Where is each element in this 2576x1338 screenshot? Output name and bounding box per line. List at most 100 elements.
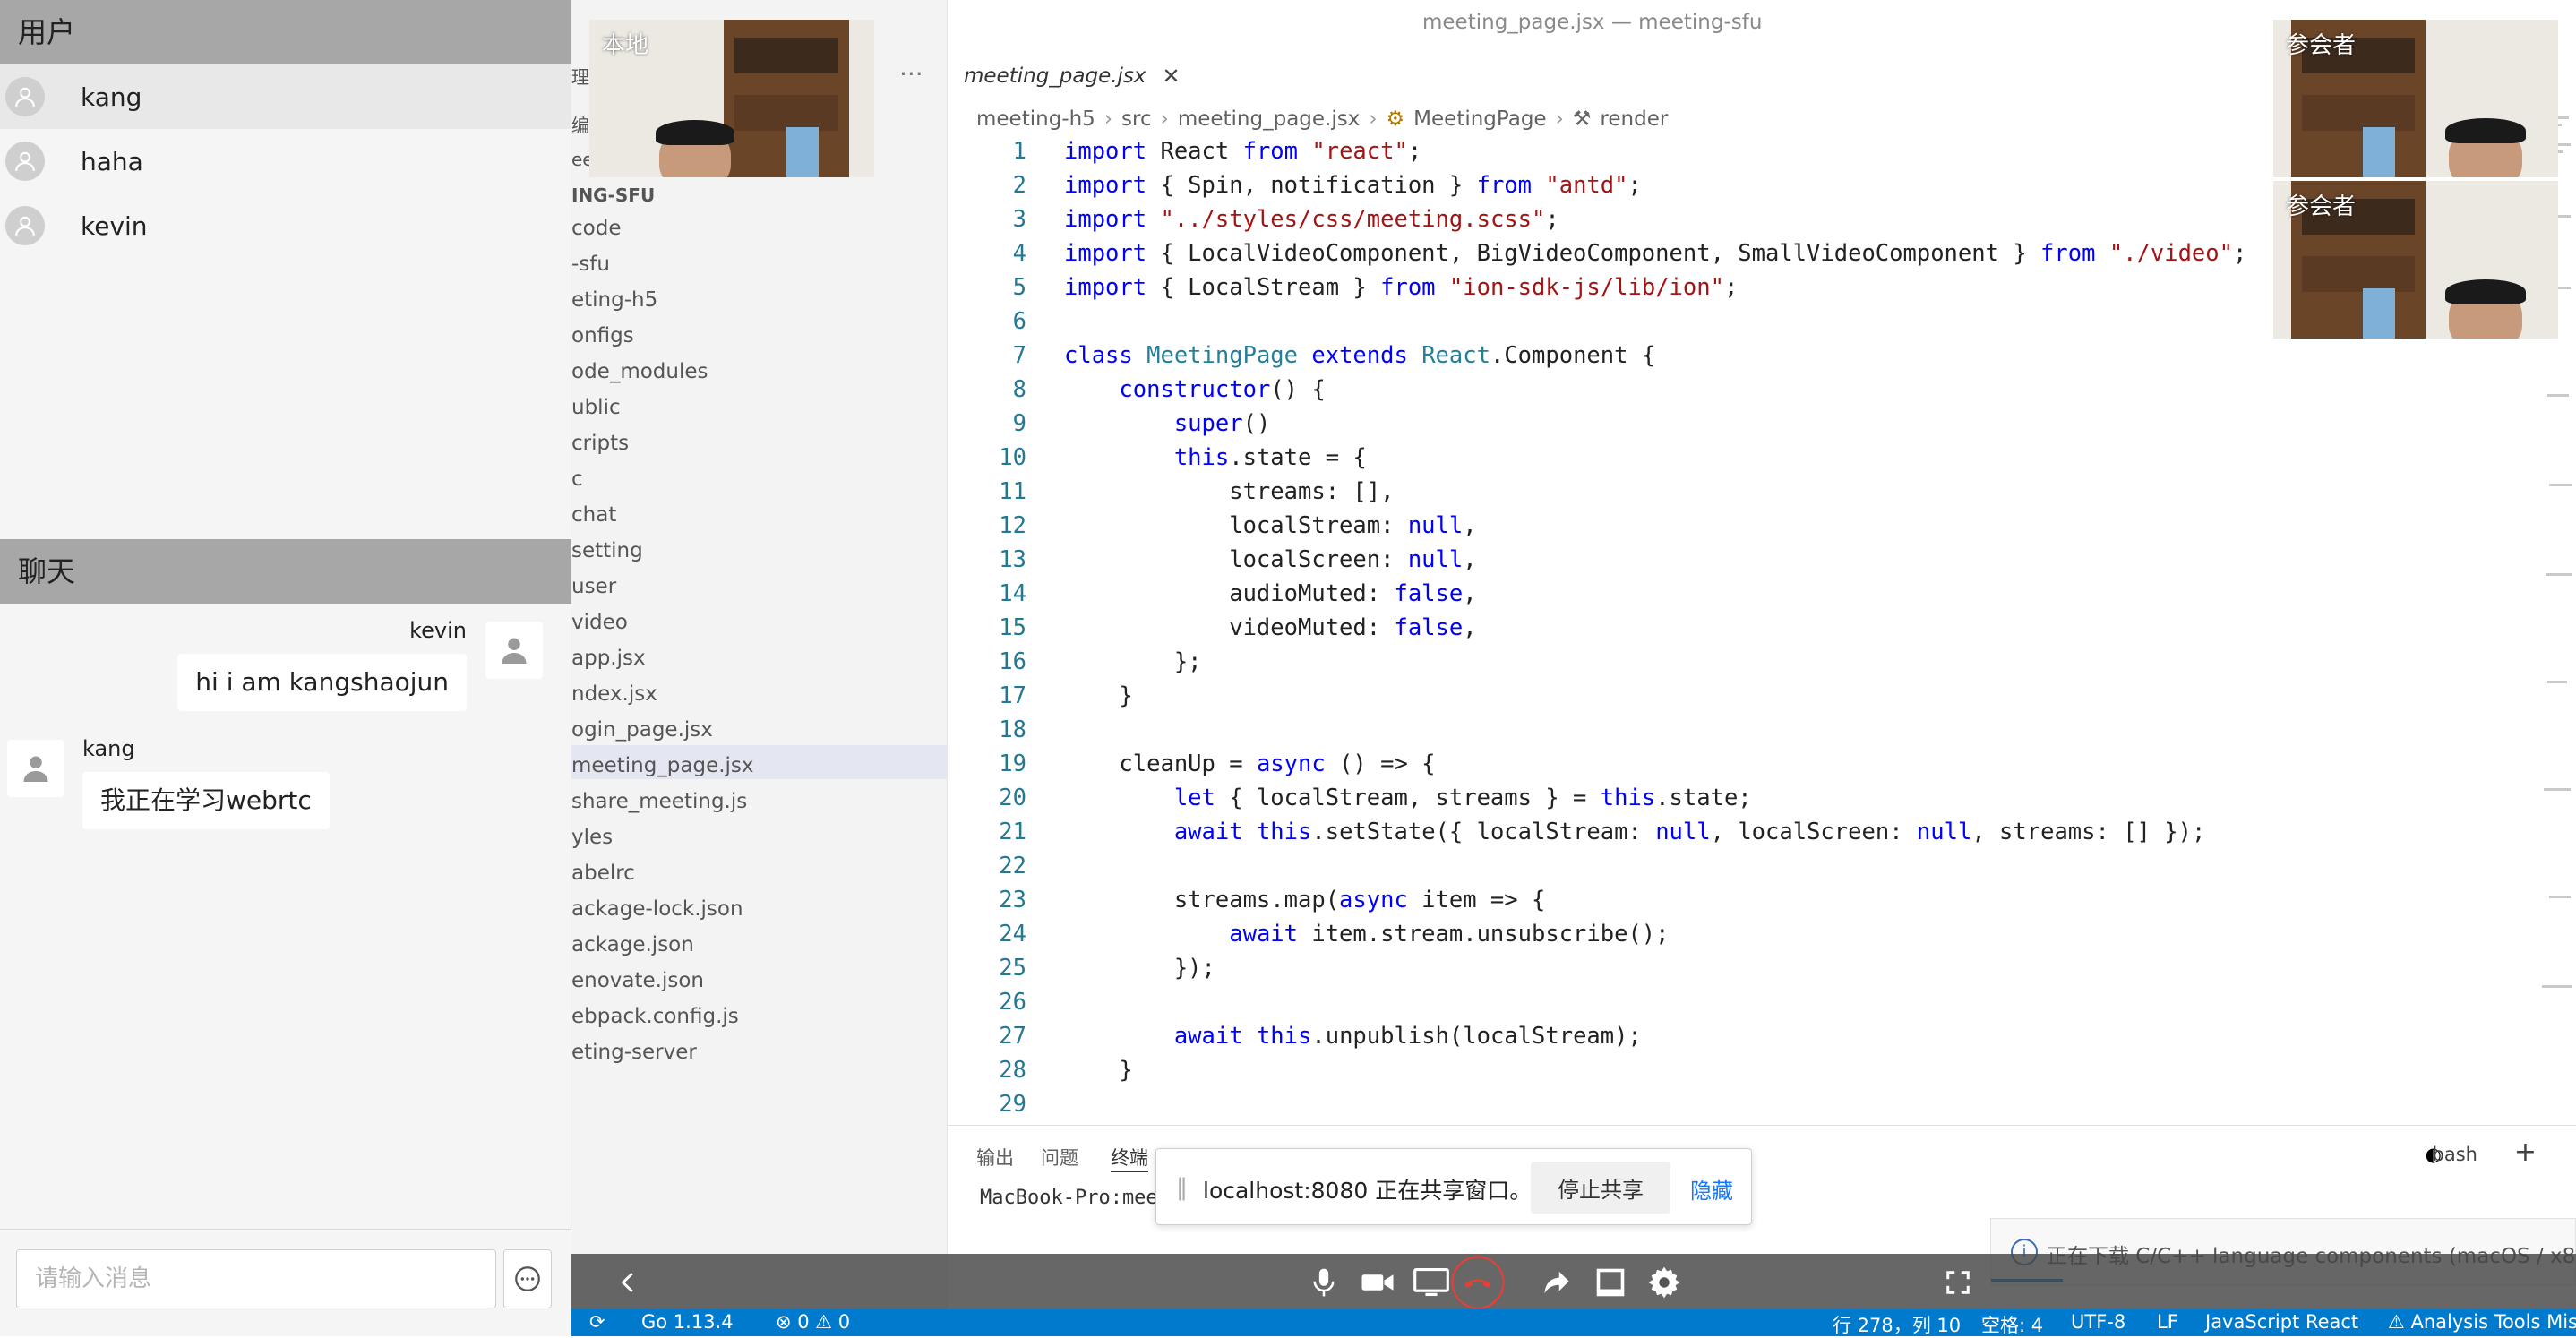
panel-tab-terminal[interactable]: 终端: [1111, 1144, 1148, 1172]
breadcrumb-item[interactable]: meeting-h5: [976, 107, 1095, 131]
layout-button[interactable]: [1589, 1261, 1632, 1304]
explorer-item[interactable]: setting: [571, 539, 643, 562]
participant-video-1[interactable]: 参会者: [2273, 20, 2558, 177]
code-line[interactable]: 29: [948, 1087, 2576, 1121]
explorer-item[interactable]: enovate.json: [571, 969, 704, 992]
panel-tab-output[interactable]: 输出: [976, 1144, 1014, 1171]
breadcrumb-item[interactable]: meeting_page.jsx: [1178, 107, 1361, 131]
explorer-item[interactable]: abelrc: [571, 862, 635, 885]
explorer-item[interactable]: ndex.jsx: [571, 682, 657, 706]
stop-sharing-button[interactable]: 停止共享: [1531, 1162, 1670, 1214]
line-number: 15: [999, 614, 1026, 641]
status-language[interactable]: JavaScript React: [2205, 1311, 2358, 1333]
explorer-item[interactable]: ackage-lock.json: [571, 897, 743, 921]
explorer-item[interactable]: share_meeting.js: [571, 790, 747, 813]
screen-share-button[interactable]: [1410, 1261, 1453, 1304]
sync-icon[interactable]: ⟳: [589, 1311, 605, 1333]
explorer-item[interactable]: meeting_page.jsx: [571, 754, 754, 777]
participant-video-2[interactable]: 参会者: [2273, 181, 2558, 339]
fullscreen-button[interactable]: [1936, 1261, 1979, 1304]
status-cursor-position[interactable]: 行 278，列 10: [1833, 1311, 1961, 1338]
close-icon[interactable]: ✕: [1163, 64, 1181, 89]
code-line[interactable]: 16 };: [948, 645, 2576, 679]
explorer-item[interactable]: cripts: [571, 432, 629, 455]
camera-button[interactable]: [1356, 1261, 1399, 1304]
explorer-item[interactable]: eting-server: [571, 1041, 697, 1064]
explorer-item[interactable]: code: [571, 217, 621, 240]
user-item-kang[interactable]: kang: [0, 64, 571, 129]
code-line[interactable]: 7 class MeetingPage extends React.Compone…: [948, 339, 2576, 373]
status-analysis-tools[interactable]: ⚠ Analysis Tools Mis: [2388, 1311, 2576, 1333]
status-problems[interactable]: ⊗ 0 ⚠ 0: [776, 1311, 850, 1333]
explorer-item[interactable]: ogin_page.jsx: [571, 718, 713, 742]
forward-button[interactable]: [1535, 1261, 1578, 1304]
explorer-item[interactable]: ING-SFU: [571, 184, 655, 206]
code-line[interactable]: 28 }: [948, 1053, 2576, 1087]
code-line[interactable]: 17 }: [948, 679, 2576, 713]
code-line[interactable]: 24 await item.stream.unsubscribe();: [948, 917, 2576, 951]
code-line[interactable]: 25 });: [948, 951, 2576, 985]
explorer-item[interactable]: app.jsx: [571, 647, 646, 670]
code-line[interactable]: 21 await this.setState({ localStream: nu…: [948, 815, 2576, 849]
explorer-item[interactable]: ublic: [571, 396, 621, 419]
user-item-haha[interactable]: haha: [0, 129, 571, 193]
explorer-item[interactable]: user: [571, 575, 616, 598]
code-text: localScreen: null,: [1064, 546, 1477, 573]
more-icon[interactable]: ···: [899, 59, 923, 89]
code-line[interactable]: 27 await this.unpublish(localStream);: [948, 1019, 2576, 1053]
video-label: 本地: [602, 32, 649, 59]
hangup-button[interactable]: [1451, 1256, 1505, 1309]
books: [734, 38, 838, 73]
explorer-item[interactable]: onfigs: [571, 324, 634, 347]
local-video[interactable]: 本地: [589, 20, 874, 177]
code-line[interactable]: 11 streams: [],: [948, 475, 2576, 509]
breadcrumb-item[interactable]: render: [1600, 107, 1668, 131]
code-line[interactable]: 9 super(): [948, 407, 2576, 441]
code-line[interactable]: 23 streams.map(async item => {: [948, 883, 2576, 917]
explorer-item[interactable]: -sfu: [571, 253, 610, 276]
explorer-item[interactable]: chat: [571, 503, 616, 527]
explorer-item[interactable]: yles: [571, 826, 613, 849]
explorer-item[interactable]: 编: [571, 111, 589, 137]
explorer-item[interactable]: eting-h5: [571, 288, 657, 312]
hide-share-link[interactable]: 隐藏: [1690, 1173, 1733, 1205]
status-go-version[interactable]: Go 1.13.4: [641, 1311, 734, 1333]
breadcrumb-item[interactable]: MeetingPage: [1413, 107, 1546, 131]
window-title: meeting_page.jsx — meeting-sfu: [1422, 11, 1763, 34]
code-line[interactable]: 8 constructor() {: [948, 373, 2576, 407]
breadcrumb-item[interactable]: src: [1121, 107, 1152, 131]
microphone-button[interactable]: [1302, 1261, 1345, 1304]
explorer-item[interactable]: c: [571, 467, 583, 491]
terminal-prompt[interactable]: MacBook-Pro:mee: [980, 1187, 1158, 1209]
code-line[interactable]: 26: [948, 985, 2576, 1019]
drag-handle-icon[interactable]: ‖: [1176, 1174, 1188, 1201]
terminal-shell-label[interactable]: bash: [2433, 1144, 2477, 1165]
status-encoding[interactable]: UTF-8: [2071, 1311, 2125, 1333]
line-number: 4: [1012, 240, 1026, 267]
tab-label: meeting_page.jsx: [964, 64, 1146, 88]
back-button[interactable]: [607, 1261, 650, 1304]
explorer-item[interactable]: video: [571, 611, 628, 634]
send-message-button[interactable]: [503, 1249, 552, 1308]
explorer-item[interactable]: ode_modules: [571, 360, 708, 383]
code-line[interactable]: 15 videoMuted: false,: [948, 611, 2576, 645]
code-line[interactable]: 20 let { localStream, streams } = this.s…: [948, 781, 2576, 815]
explorer-item[interactable]: ebpack.config.js: [571, 1005, 739, 1028]
user-item-kevin[interactable]: kevin: [0, 193, 571, 258]
status-eol[interactable]: LF: [2157, 1311, 2178, 1333]
settings-button[interactable]: [1643, 1261, 1686, 1304]
code-line[interactable]: 22: [948, 849, 2576, 883]
tab-meeting-page[interactable]: meeting_page.jsx ✕: [948, 52, 1197, 100]
explorer-item[interactable]: 理: [571, 63, 589, 89]
code-line[interactable]: 13 localScreen: null,: [948, 543, 2576, 577]
panel-tab-problems[interactable]: 问题: [1041, 1144, 1078, 1171]
code-line[interactable]: 12 localStream: null,: [948, 509, 2576, 543]
code-line[interactable]: 10 this.state = {: [948, 441, 2576, 475]
status-indentation[interactable]: 空格: 4: [1981, 1311, 2043, 1338]
explorer-item[interactable]: ackage.json: [571, 933, 694, 956]
code-line[interactable]: 14 audioMuted: false,: [948, 577, 2576, 611]
code-line[interactable]: 19 cleanUp = async () => {: [948, 747, 2576, 781]
code-line[interactable]: 18: [948, 713, 2576, 747]
message-input[interactable]: [16, 1249, 496, 1308]
add-terminal-icon[interactable]: +: [2514, 1136, 2537, 1168]
